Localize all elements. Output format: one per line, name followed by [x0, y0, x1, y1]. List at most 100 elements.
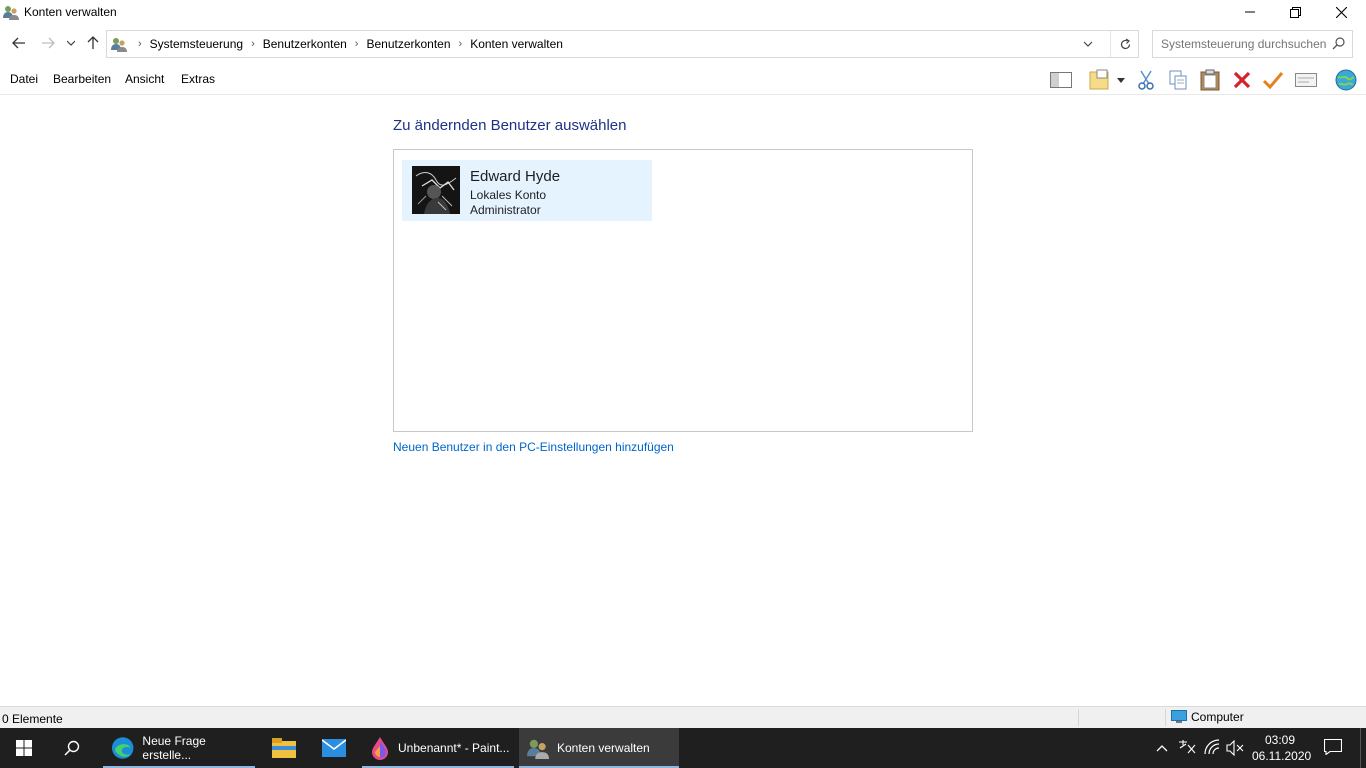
- properties-button[interactable]: [1293, 67, 1319, 93]
- add-user-link[interactable]: Neuen Benutzer in den PC-Einstellungen h…: [393, 440, 674, 454]
- status-bar: 0 Elemente Computer: [0, 706, 1366, 728]
- address-row: › Systemsteuerung › Benutzerkonten › Ben…: [0, 28, 1366, 58]
- arrow-left-icon: [12, 37, 25, 49]
- title-bar: Konten verwalten: [0, 0, 1366, 24]
- chevron-right-icon[interactable]: ›: [248, 38, 258, 50]
- start-button[interactable]: [0, 728, 48, 768]
- taskbar-app-label: Unbenannt* - Paint...: [398, 741, 510, 755]
- cut-button[interactable]: [1133, 67, 1159, 93]
- taskbar-app-edge[interactable]: Neue Frage erstelle...: [103, 728, 255, 768]
- user-name: Edward Hyde: [470, 168, 561, 185]
- copy-button[interactable]: [1165, 67, 1191, 93]
- new-folder-button[interactable]: [1086, 67, 1112, 93]
- clock-date: 06.11.2020: [1252, 749, 1312, 763]
- breadcrumb: › Systemsteuerung › Benutzerkonten › Ben…: [135, 37, 568, 51]
- taskbar-app-explorer[interactable]: [262, 728, 306, 768]
- input-method-icon: [1179, 740, 1196, 754]
- cut-icon: [1138, 70, 1154, 90]
- user-accounts-icon: [111, 38, 127, 52]
- mail-icon: [322, 739, 346, 757]
- preview-pane-button[interactable]: [1048, 67, 1074, 93]
- show-desktop-button[interactable]: [1360, 728, 1366, 768]
- chevron-right-icon[interactable]: ›: [456, 38, 466, 50]
- breadcrumb-item[interactable]: Benutzerkonten: [361, 37, 455, 51]
- clock[interactable]: 03:09 06.11.2020: [1252, 732, 1312, 764]
- search-box[interactable]: [1152, 30, 1353, 58]
- avatar: [412, 166, 460, 214]
- menu-extras[interactable]: Extras: [181, 72, 215, 86]
- status-divider: [1165, 709, 1166, 726]
- breadcrumb-item[interactable]: Systemsteuerung: [145, 37, 248, 51]
- windows-logo-icon: [16, 740, 32, 756]
- copy-icon: [1169, 70, 1187, 90]
- chevron-down-icon: [67, 40, 75, 46]
- search-icon[interactable]: [1332, 36, 1346, 50]
- restore-icon: [1289, 6, 1301, 18]
- new-folder-dropdown[interactable]: [1114, 67, 1128, 93]
- refresh-button[interactable]: [1110, 31, 1140, 57]
- user-account-type: Lokales Konto: [470, 188, 547, 202]
- paste-button[interactable]: [1197, 67, 1223, 93]
- clock-time: 03:09: [1264, 733, 1296, 747]
- taskbar-app-label: Konten verwalten: [557, 741, 650, 755]
- menu-ansicht[interactable]: Ansicht: [125, 72, 164, 86]
- search-input[interactable]: [1153, 31, 1333, 57]
- user-accounts-icon: [527, 739, 549, 759]
- globe-button[interactable]: [1333, 67, 1359, 93]
- minimize-icon: [1245, 11, 1255, 13]
- paint3d-icon: [372, 737, 388, 760]
- apply-button[interactable]: [1260, 67, 1286, 93]
- breadcrumb-item[interactable]: Benutzerkonten: [258, 37, 352, 51]
- globe-icon: [1335, 69, 1357, 91]
- new-folder-icon: [1089, 69, 1109, 90]
- paste-icon: [1200, 69, 1220, 91]
- menu-bearbeiten[interactable]: Bearbeiten: [53, 72, 111, 86]
- notification-icon: [1323, 738, 1343, 756]
- user-list: Edward Hyde Lokales Konto Administrator: [393, 149, 973, 432]
- avatar-image: [412, 166, 460, 214]
- taskbar: Neue Frage erstelle... Unbenannt* - Pain…: [0, 728, 1366, 768]
- user-accounts-icon: [3, 6, 19, 20]
- status-location-label: Computer: [1191, 710, 1244, 724]
- speaker-muted-icon: [1226, 739, 1244, 757]
- arrow-right-icon: [42, 37, 55, 49]
- address-bar[interactable]: › Systemsteuerung › Benutzerkonten › Ben…: [106, 30, 1139, 58]
- close-icon: [1335, 6, 1347, 18]
- close-button[interactable]: [1318, 0, 1364, 24]
- search-icon: [64, 740, 80, 756]
- taskbar-app-paint3d[interactable]: Unbenannt* - Paint...: [362, 728, 514, 768]
- delete-button[interactable]: [1229, 67, 1255, 93]
- user-tile[interactable]: Edward Hyde Lokales Konto Administrator: [402, 160, 652, 221]
- taskbar-app-accounts[interactable]: Konten verwalten: [519, 728, 679, 768]
- restore-button[interactable]: [1272, 0, 1318, 24]
- action-center-button[interactable]: [1323, 738, 1343, 758]
- menu-datei[interactable]: Datei: [10, 72, 38, 86]
- wifi-icon: [1204, 739, 1220, 755]
- up-button[interactable]: [82, 28, 104, 58]
- back-button[interactable]: [8, 28, 30, 58]
- taskbar-search-button[interactable]: [48, 728, 96, 768]
- breadcrumb-item[interactable]: Konten verwalten: [465, 37, 568, 51]
- file-explorer-icon: [272, 738, 296, 758]
- refresh-icon: [1120, 38, 1131, 49]
- item-count: 0 Elemente: [2, 712, 63, 726]
- menu-bar: Datei Bearbeiten Ansicht Extras: [0, 66, 1366, 95]
- recent-locations-button[interactable]: [62, 28, 80, 58]
- status-divider: [1078, 709, 1079, 726]
- check-icon: [1262, 72, 1284, 89]
- volume-button[interactable]: [1226, 739, 1244, 759]
- chevron-down-icon[interactable]: [1083, 37, 1093, 51]
- computer-icon: [1171, 710, 1187, 723]
- network-button[interactable]: [1204, 739, 1220, 758]
- tray-overflow-button[interactable]: [1156, 741, 1168, 755]
- delete-icon: [1233, 71, 1251, 89]
- chevron-right-icon[interactable]: ›: [352, 38, 362, 50]
- taskbar-app-mail[interactable]: [312, 728, 356, 768]
- chevron-right-icon[interactable]: ›: [135, 38, 145, 50]
- status-location: Computer: [1171, 710, 1244, 724]
- user-role: Administrator: [470, 203, 541, 217]
- edge-icon: [111, 737, 134, 759]
- ime-indicator[interactable]: [1178, 739, 1196, 758]
- minimize-button[interactable]: [1227, 0, 1273, 24]
- forward-button[interactable]: [37, 28, 59, 58]
